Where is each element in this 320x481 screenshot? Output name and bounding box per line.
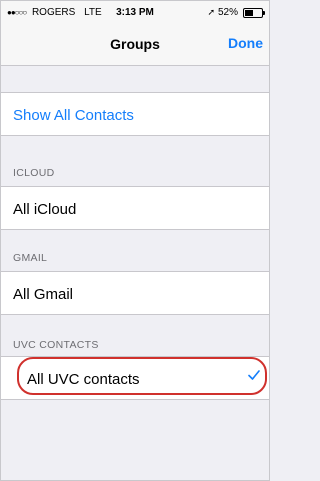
battery-tip — [263, 10, 265, 15]
battery-icon — [243, 7, 265, 18]
group-row-label: All iCloud — [13, 201, 77, 218]
battery-fill — [245, 9, 253, 16]
status-right: ➚ 52% — [207, 7, 265, 18]
highlight-annotation — [17, 357, 267, 395]
show-all-contacts-row[interactable]: Show All Contacts — [1, 92, 269, 136]
group-row-gmail[interactable]: All Gmail — [1, 271, 269, 315]
section-header-gmail: GMAIL — [13, 252, 48, 264]
done-button[interactable]: Done — [228, 35, 263, 51]
group-row-icloud[interactable]: All iCloud — [1, 186, 269, 230]
location-arrow-icon: ➚ — [207, 7, 215, 17]
navigation-bar: Groups Done — [1, 23, 269, 66]
battery-percent: 52% — [217, 7, 238, 18]
status-bar: ●●○○○ ROGERS LTE 3:13 PM ➚ 52% — [1, 1, 269, 23]
groups-screen: ●●○○○ ROGERS LTE 3:13 PM ➚ 52% Groups Do… — [0, 0, 270, 481]
group-row-label: All Gmail — [13, 286, 74, 303]
section-header-icloud: ICLOUD — [13, 167, 55, 179]
section-header-uvc: UVC CONTACTS — [13, 339, 99, 351]
show-all-contacts-label: Show All Contacts — [13, 107, 134, 124]
